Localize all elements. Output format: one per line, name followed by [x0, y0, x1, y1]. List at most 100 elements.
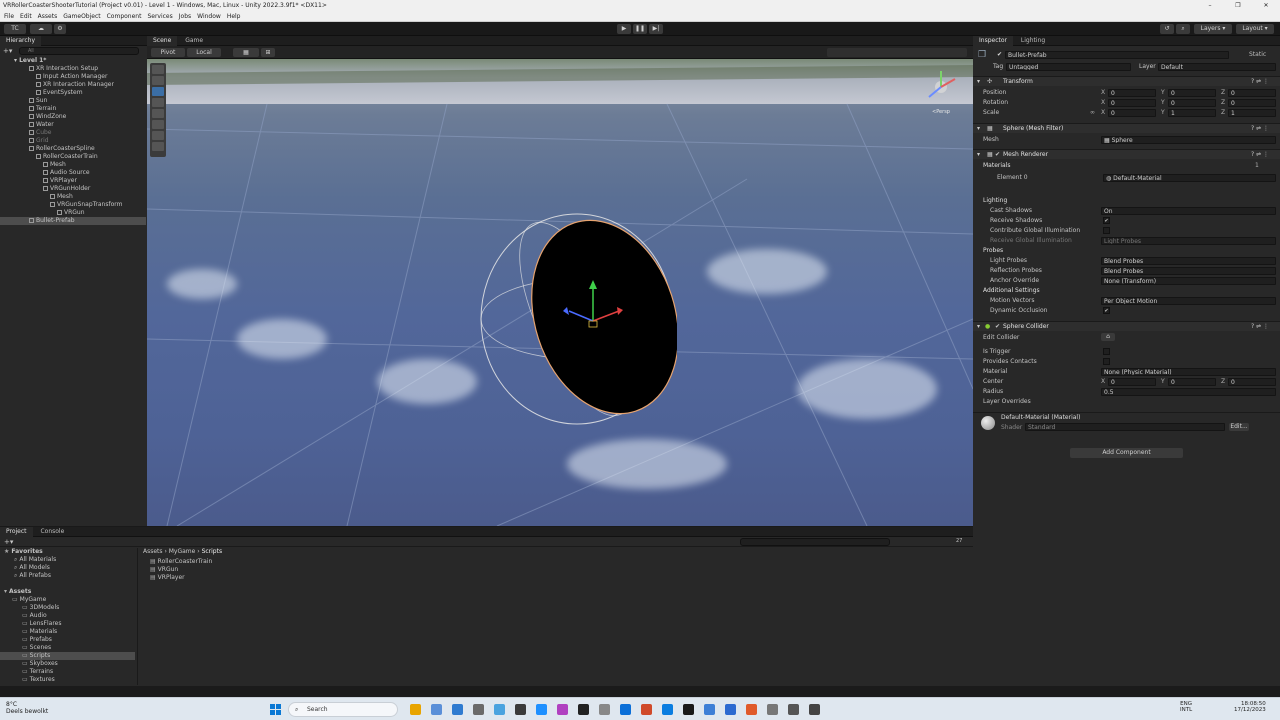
tab-console[interactable]: Console	[34, 527, 70, 537]
hub-icon[interactable]	[704, 704, 715, 715]
rotate-tool-icon[interactable]	[152, 98, 164, 107]
pause-button[interactable]: ❚❚	[633, 24, 647, 34]
scale-x-field[interactable]: 0	[1108, 108, 1156, 117]
step-button[interactable]: ▶|	[649, 24, 663, 34]
layer-dropdown[interactable]: Default	[1158, 62, 1276, 71]
scene-root[interactable]: ▾ Level 1*	[14, 57, 46, 65]
snap-icon[interactable]: ⊞	[261, 48, 275, 57]
tab-lighting[interactable]: Lighting	[1015, 36, 1051, 46]
hierarchy-item[interactable]: EventSystem	[0, 89, 83, 97]
project-folder[interactable]: ▭ Materials	[22, 628, 57, 636]
project-folder[interactable]: ▭ Scripts	[0, 652, 135, 660]
custom-tool-icon[interactable]	[152, 142, 164, 151]
collider-material-field[interactable]: None (Physic Material)	[1101, 367, 1276, 376]
mesh-field[interactable]: ▦ Sphere	[1101, 135, 1276, 144]
play-button[interactable]: ▶	[617, 24, 631, 34]
contribute-gi-checkbox[interactable]	[1103, 227, 1110, 234]
enabled-checkbox[interactable]: ✔	[995, 322, 1000, 331]
component-menu-icon[interactable]: ? ⇌ ⋮	[1251, 150, 1269, 159]
app-icon[interactable]	[767, 704, 778, 715]
taskbar-search-box[interactable]: ⌕ Search	[288, 702, 398, 717]
menu-help[interactable]: Help	[227, 11, 241, 21]
hierarchy-item[interactable]: VRGun	[0, 209, 85, 217]
breadcrumb-assets[interactable]: Assets	[143, 548, 163, 555]
mygame-folder[interactable]: ▭ MyGame	[12, 596, 46, 604]
is-trigger-checkbox[interactable]	[1103, 348, 1110, 355]
history-icon[interactable]: ↺	[1160, 24, 1174, 34]
hierarchy-item[interactable]: Cube	[0, 129, 52, 137]
hand-tool-icon[interactable]	[152, 76, 164, 85]
minimize-button[interactable]: –	[1196, 0, 1224, 11]
element0-field[interactable]: ◍ Default-Material	[1103, 173, 1276, 182]
unity-icon[interactable]	[683, 704, 694, 715]
hierarchy-item[interactable]: XR Interaction Setup	[0, 65, 98, 73]
brave-icon[interactable]	[746, 704, 757, 715]
teams-icon[interactable]	[557, 704, 568, 715]
rect-tool-icon[interactable]	[152, 120, 164, 129]
rotation-z-field[interactable]: 0	[1228, 98, 1276, 107]
scene-view-options[interactable]	[827, 48, 967, 57]
motion-vectors-dropdown[interactable]: Per Object Motion	[1101, 296, 1276, 305]
favorite-item[interactable]: ⌕ All Models	[14, 564, 50, 572]
add-component-button[interactable]: Add Component	[1070, 448, 1183, 458]
store-icon[interactable]	[494, 704, 505, 715]
hierarchy-item[interactable]: VRGunSnapTransform	[0, 201, 122, 209]
anchor-override-field[interactable]: None (Transform)	[1101, 276, 1276, 285]
shader-dropdown[interactable]: Standard	[1025, 423, 1225, 431]
dynamic-occlusion-checkbox[interactable]: ✔	[1103, 307, 1110, 314]
add-icon[interactable]: +▾	[3, 47, 12, 55]
app-icon[interactable]	[788, 704, 799, 715]
project-folder[interactable]: ▭ Terrains	[22, 668, 53, 676]
input-language[interactable]: ENG INTL	[1180, 701, 1192, 713]
active-checkbox[interactable]: ✔	[997, 50, 1002, 59]
bullet-sphere[interactable]	[477, 199, 677, 439]
radius-field[interactable]: 0.5	[1101, 387, 1276, 396]
move-tool-icon[interactable]	[152, 87, 164, 96]
component-menu-icon[interactable]: ? ⇌ ⋮	[1251, 124, 1269, 133]
project-search-input[interactable]	[740, 538, 890, 546]
hierarchy-item[interactable]: Input Action Manager	[0, 73, 107, 81]
component-menu-icon[interactable]: ? ⇌ ⋮	[1251, 322, 1269, 331]
local-dropdown[interactable]: Local	[187, 48, 221, 57]
cloud-icon[interactable]: ☁	[30, 24, 52, 34]
edge-icon[interactable]	[536, 704, 547, 715]
hierarchy-item[interactable]: VRGunHolder	[0, 185, 90, 193]
tab-project[interactable]: Project	[0, 527, 33, 537]
project-folder[interactable]: ▭ Prefabs	[22, 636, 52, 644]
cast-shadows-dropdown[interactable]: On	[1101, 206, 1276, 215]
pivot-dropdown[interactable]: Pivot	[151, 48, 185, 57]
position-x-field[interactable]: 0	[1108, 88, 1156, 97]
hierarchy-item[interactable]: Water	[0, 121, 54, 129]
object-name-field[interactable]: Bullet-Prefab	[1005, 50, 1229, 59]
static-toggle[interactable]: Static	[1249, 50, 1266, 59]
hierarchy-item[interactable]: Grid	[0, 137, 49, 145]
provides-contacts-checkbox[interactable]	[1103, 358, 1110, 365]
project-folder[interactable]: ▭ Textures	[22, 676, 55, 684]
receive-gi-dropdown[interactable]: Light Probes	[1101, 236, 1276, 245]
project-folder[interactable]: ▭ Audio	[22, 612, 47, 620]
breadcrumb-mygame[interactable]: MyGame	[169, 548, 196, 555]
mesh-filter-header[interactable]: ▾ ▦ Sphere (Mesh Filter) ? ⇌ ⋮	[973, 123, 1280, 133]
menu-edit[interactable]: Edit	[20, 11, 32, 21]
menu-component[interactable]: Component	[107, 11, 142, 21]
favorite-item[interactable]: ⌕ All Materials	[14, 556, 56, 564]
breadcrumb-scripts[interactable]: Scripts	[202, 548, 223, 555]
account-button[interactable]: TC	[4, 24, 26, 34]
rotation-y-field[interactable]: 0	[1168, 98, 1216, 107]
hierarchy-item[interactable]: Sun	[0, 97, 47, 105]
search-icon[interactable]: ⌕	[1176, 24, 1190, 34]
photos-icon[interactable]	[452, 704, 463, 715]
project-folder[interactable]: ▭ LensFlares	[22, 620, 61, 628]
mail-icon[interactable]	[473, 704, 484, 715]
hierarchy-item[interactable]: VRPlayer	[0, 177, 77, 185]
vscode-icon[interactable]	[662, 704, 673, 715]
hierarchy-item[interactable]: RollerCoasterSpline	[0, 145, 95, 153]
collab-icon[interactable]: ⚙	[54, 24, 66, 34]
transform-header[interactable]: ▾ ✣ Transform ? ⇌ ⋮	[973, 76, 1280, 86]
scale-y-field[interactable]: 1	[1168, 108, 1216, 117]
rotation-x-field[interactable]: 0	[1108, 98, 1156, 107]
receive-shadows-checkbox[interactable]: ✔	[1103, 217, 1110, 224]
scale-z-field[interactable]: 1	[1228, 108, 1276, 117]
menu-assets[interactable]: Assets	[38, 11, 58, 21]
clock[interactable]: 18:08:50 17/12/2023	[1234, 701, 1266, 713]
